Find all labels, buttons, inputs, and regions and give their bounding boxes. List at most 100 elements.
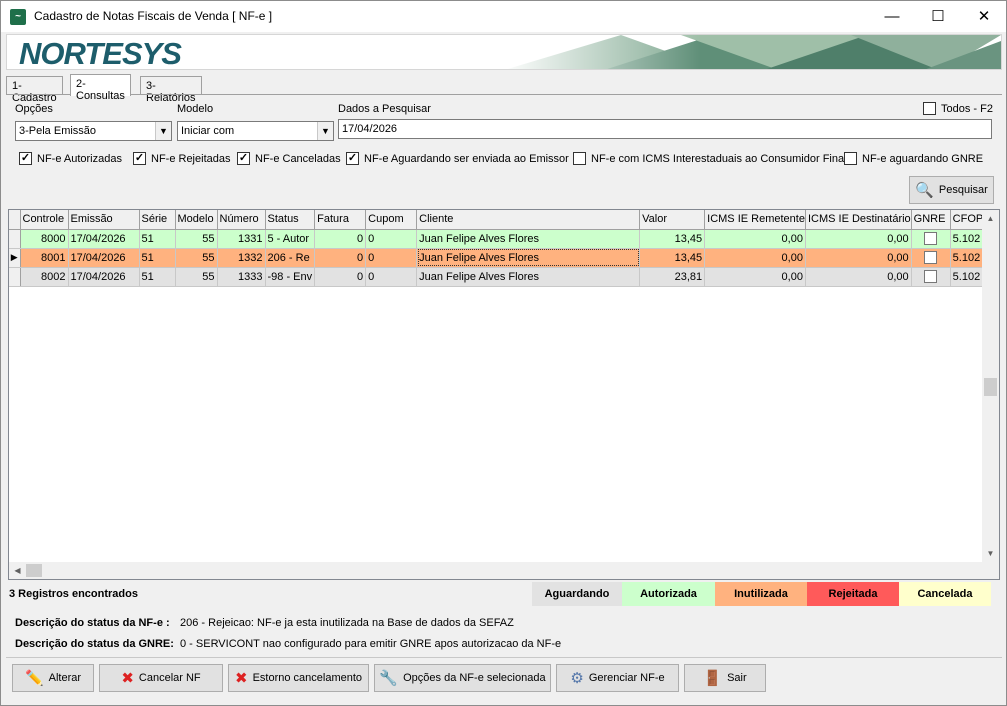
cell-valor: 13,45: [639, 248, 706, 268]
todos-label: Todos - F2: [941, 102, 993, 115]
nfe-status-label: Descrição do status da NF-e :: [15, 617, 170, 629]
cell-valor: 23,81: [639, 267, 706, 287]
chk-autorizadas-label: NF-e Autorizadas: [37, 152, 122, 165]
app-icon: ~: [10, 9, 26, 25]
pesquisar-label: Pesquisar: [938, 184, 988, 196]
tab-relatorios[interactable]: 3-Relatórios: [140, 76, 202, 104]
estorno-label: Estorno cancelamento: [252, 672, 363, 684]
opcoes-label: Opções da NF-e selecionada: [403, 672, 546, 684]
sair-button[interactable]: 🚪 Sair: [684, 664, 766, 692]
legend-autorizada: Autorizada: [622, 582, 715, 606]
table-row[interactable]: 8000 17/04/2026 51 55 1331 5 - Autor 0 0…: [9, 229, 999, 249]
scroll-down-icon[interactable]: ▼: [982, 545, 999, 562]
header-indicator: [9, 210, 21, 230]
chk-aguardando[interactable]: ✓ NF-e Aguardando ser enviada ao Emissor: [346, 152, 569, 165]
checkbox-box[interactable]: ✓: [133, 152, 146, 165]
tab-consultas[interactable]: 2-Consultas: [70, 74, 131, 102]
alterar-label: Alterar: [48, 672, 82, 684]
chk-autorizadas[interactable]: ✓ NF-e Autorizadas: [19, 152, 122, 165]
col-fatura[interactable]: Fatura: [314, 210, 367, 230]
row-indicator: [9, 229, 21, 249]
modelo-value: Iniciar com: [181, 125, 235, 137]
table-row[interactable]: ▶ 8001 17/04/2026 51 55 1332 206 - Re 0 …: [9, 248, 999, 268]
todos-checkbox[interactable]: Todos - F2: [923, 102, 993, 115]
col-controle[interactable]: Controle: [20, 210, 69, 230]
checkbox-box[interactable]: [844, 152, 857, 165]
scroll-up-icon[interactable]: ▲: [982, 210, 999, 227]
alterar-button[interactable]: ✏️ Alterar: [12, 664, 94, 692]
chk-canceladas[interactable]: ✓ NF-e Canceladas: [237, 152, 341, 165]
brand-banner: NORTESYS: [6, 34, 1002, 70]
cell-cupom: 0: [365, 248, 418, 268]
nfe-grid[interactable]: Controle Emissão Série Modelo Número Sta…: [8, 209, 1000, 580]
col-status[interactable]: Status: [265, 210, 316, 230]
close-button[interactable]: ✕: [961, 1, 1007, 32]
chevron-down-icon[interactable]: ▼: [155, 122, 171, 140]
gnre-checkbox[interactable]: [924, 270, 938, 283]
checkbox-box[interactable]: ✓: [237, 152, 250, 165]
col-valor[interactable]: Valor: [639, 210, 706, 230]
col-icms-remetente[interactable]: ICMS IE Remetente: [704, 210, 806, 230]
tab-cadastro[interactable]: 1-Cadastro: [6, 76, 63, 104]
cell-fatura: 0: [314, 248, 367, 268]
gerenciar-nfe-button[interactable]: ⚙ Gerenciar NF-e: [556, 664, 679, 692]
gnre-status-value: 0 - SERVICONT nao configurado para emiti…: [180, 638, 562, 650]
minimize-button[interactable]: —: [869, 1, 915, 32]
chk-icms-interestaduais[interactable]: NF-e com ICMS Interestaduais ao Consumid…: [573, 152, 847, 165]
maximize-button[interactable]: ☐: [915, 1, 961, 32]
col-emissao[interactable]: Emissão: [68, 210, 140, 230]
cell-modelo: 55: [175, 267, 218, 287]
gnre-checkbox[interactable]: [924, 232, 938, 245]
cancelar-nf-button[interactable]: ✖ Cancelar NF: [99, 664, 223, 692]
col-modelo[interactable]: Modelo: [175, 210, 218, 230]
cell-valor: 13,45: [639, 229, 706, 249]
cell-serie: 51: [139, 229, 176, 249]
cell-fatura: 0: [314, 267, 367, 287]
col-cliente[interactable]: Cliente: [416, 210, 641, 230]
opcoes-nfe-button[interactable]: 🔧 Opções da NF-e selecionada: [374, 664, 551, 692]
cell-icms-remetente: 0,00: [704, 267, 806, 287]
cell-controle: 8002: [20, 267, 69, 287]
cell-gnre[interactable]: [911, 229, 951, 249]
cell-modelo: 55: [175, 229, 218, 249]
table-row[interactable]: 8002 17/04/2026 51 55 1333 -98 - Env 0 0…: [9, 267, 999, 287]
cell-gnre[interactable]: [911, 267, 951, 287]
col-serie[interactable]: Série: [139, 210, 176, 230]
gnre-checkbox[interactable]: [924, 251, 938, 264]
checkbox-box[interactable]: [923, 102, 936, 115]
checkbox-box[interactable]: ✓: [19, 152, 32, 165]
search-input[interactable]: 17/04/2026: [338, 119, 992, 139]
pesquisar-button[interactable]: 🔍 Pesquisar: [909, 176, 994, 204]
checkbox-box[interactable]: ✓: [346, 152, 359, 165]
vertical-scrollbar[interactable]: ▲ ▼: [982, 210, 999, 562]
chk-rejeitadas-label: NF-e Rejeitadas: [151, 152, 231, 165]
cell-fatura: 0: [314, 229, 367, 249]
row-indicator: [9, 267, 21, 287]
scroll-left-icon[interactable]: ◀: [9, 562, 26, 579]
horizontal-scrollbar[interactable]: ◀: [9, 562, 999, 579]
chk-canceladas-label: NF-e Canceladas: [255, 152, 341, 165]
cell-icms-destinatario: 0,00: [805, 267, 912, 287]
cell-status: 206 - Re: [265, 248, 316, 268]
opcoes-value: 3-Pela Emissão: [19, 125, 97, 137]
col-cupom[interactable]: Cupom: [365, 210, 418, 230]
col-numero[interactable]: Número: [217, 210, 266, 230]
horizontal-scroll-thumb[interactable]: [26, 564, 42, 577]
chk-rejeitadas[interactable]: ✓ NF-e Rejeitadas: [133, 152, 230, 165]
vertical-scroll-thumb[interactable]: [984, 378, 997, 396]
cell-cliente: Juan Felipe Alves Flores: [416, 267, 641, 287]
chevron-down-icon[interactable]: ▼: [317, 122, 333, 140]
cell-cupom: 0: [365, 267, 418, 287]
search-icon: 🔍: [915, 182, 934, 199]
col-gnre[interactable]: GNRE: [911, 210, 951, 230]
chk-icms-label: NF-e com ICMS Interestaduais ao Consumid…: [591, 152, 847, 165]
checkbox-box[interactable]: [573, 152, 586, 165]
cell-numero: 1332: [217, 248, 266, 268]
cell-gnre[interactable]: [911, 248, 951, 268]
chk-gnre[interactable]: NF-e aguardando GNRE: [844, 152, 983, 165]
col-icms-destinatario[interactable]: ICMS IE Destinatário: [805, 210, 912, 230]
modelo-combo[interactable]: Iniciar com ▼: [177, 121, 334, 141]
estorno-cancelamento-button[interactable]: ✖ Estorno cancelamento: [228, 664, 369, 692]
opcoes-combo[interactable]: 3-Pela Emissão ▼: [15, 121, 172, 141]
main-window: ~ Cadastro de Notas Fiscais de Venda [ N…: [0, 0, 1007, 706]
